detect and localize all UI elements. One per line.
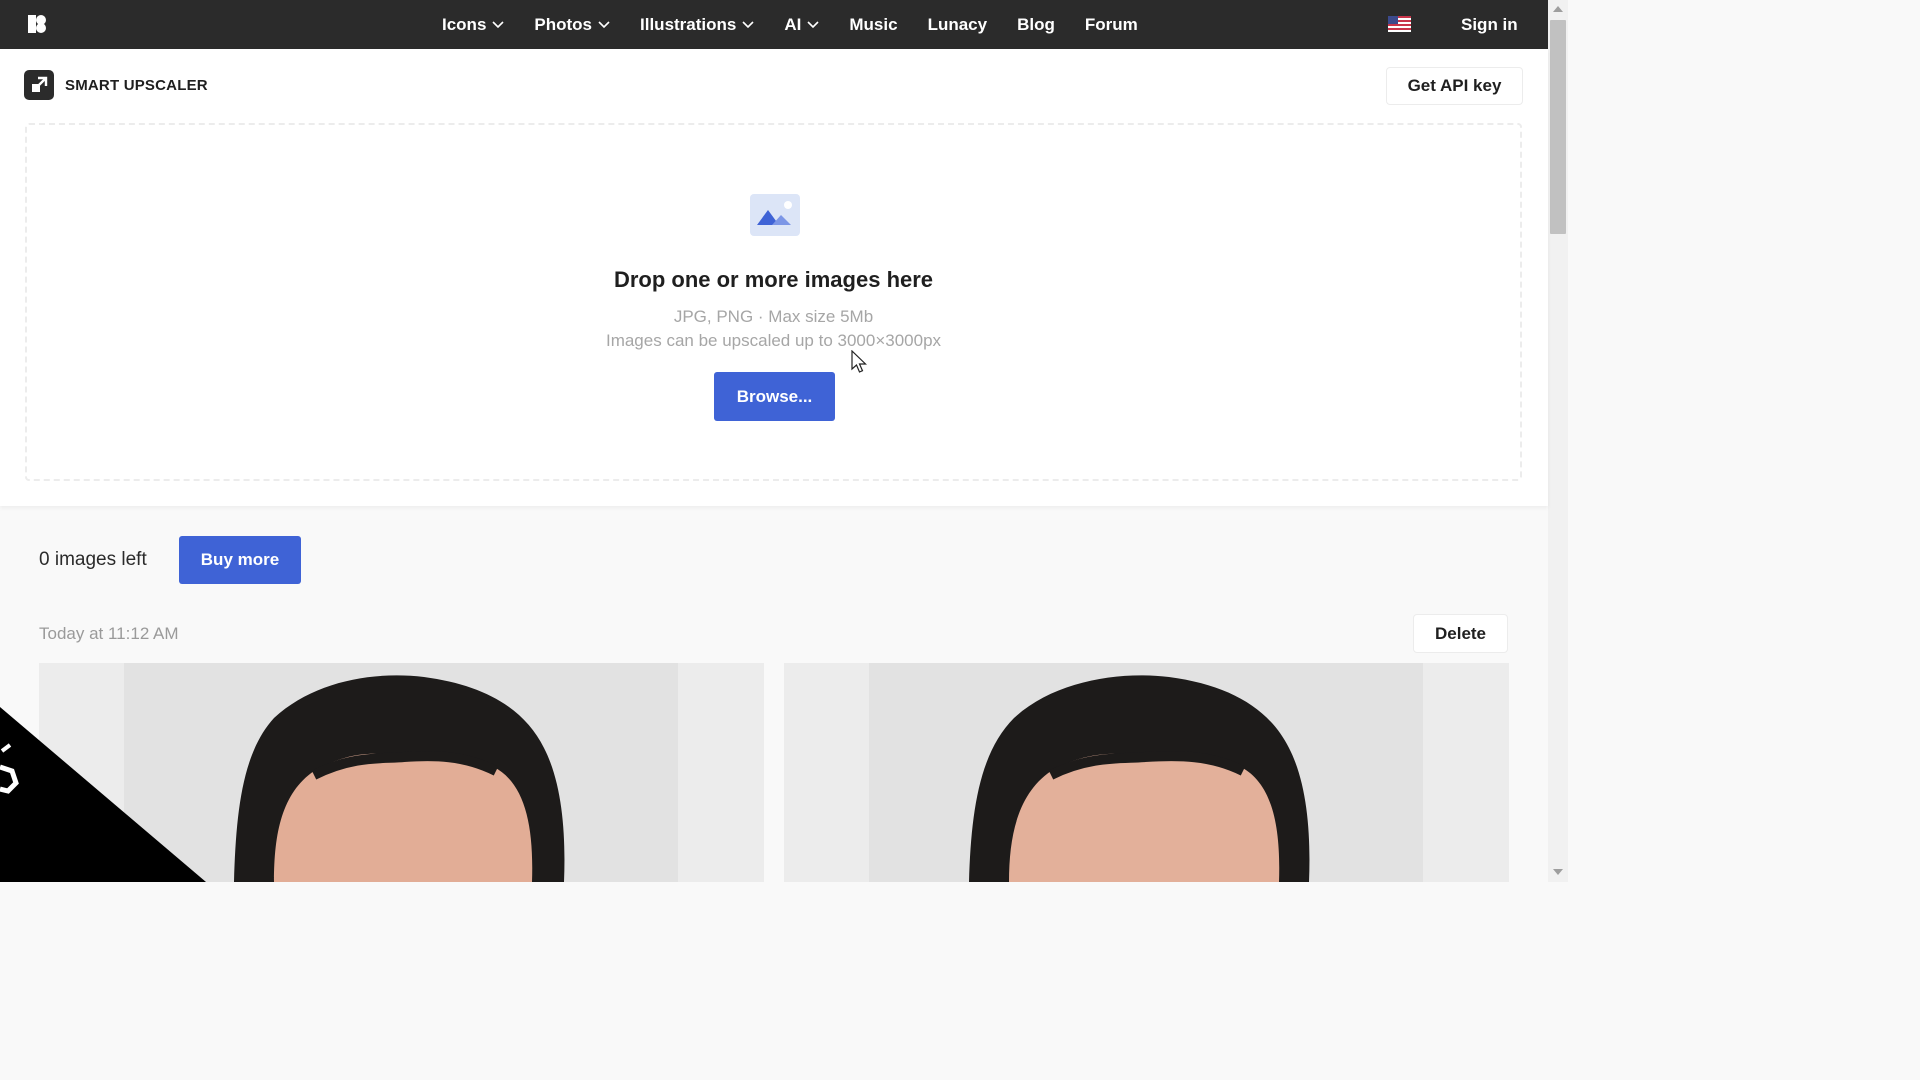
- nav-item-lunacy[interactable]: Lunacy: [928, 15, 988, 35]
- chevron-down-icon: [492, 20, 504, 28]
- upscale-tool-icon: [24, 70, 54, 100]
- nav-item-label: Photos: [534, 14, 593, 34]
- nav-item-label: Lunacy: [927, 14, 988, 34]
- nav-item-label: Icons: [442, 14, 487, 34]
- nav-item-music[interactable]: Music: [849, 15, 897, 35]
- page-title: SMART UPSCALER: [65, 77, 208, 94]
- upscaled-image-card[interactable]: [784, 663, 1509, 882]
- us-flag-icon[interactable]: [1388, 16, 1411, 32]
- chevron-down-icon: [598, 20, 610, 28]
- nav-item-illustrations[interactable]: Illustrations: [640, 15, 754, 35]
- history-timestamp: Today at 11:12 AM: [39, 624, 179, 643]
- nav-item-photos[interactable]: Photos: [534, 15, 610, 35]
- images-left-count: 0 images left: [39, 549, 147, 570]
- scroll-up-arrow-icon[interactable]: [1553, 6, 1563, 12]
- chevron-down-icon: [807, 20, 819, 28]
- dropzone-formats: JPG, PNG · Max size 5Mb: [673, 307, 874, 326]
- nav-item-label: AI: [784, 14, 802, 34]
- nav-item-label: Forum: [1084, 14, 1138, 34]
- scroll-thumb[interactable]: [1550, 20, 1566, 234]
- browse-button[interactable]: Browse...: [714, 372, 835, 421]
- sign-in-link[interactable]: Sign in: [1461, 0, 1518, 49]
- nav-item-icons[interactable]: Icons: [442, 15, 504, 35]
- mouse-cursor-icon: [851, 350, 867, 373]
- nav-menu: Icons Photos Illustrations AI Music Luna…: [442, 0, 1168, 49]
- dropzone-size-limit: Images can be upscaled up to 3000×3000px: [605, 331, 942, 350]
- icons8-logo-icon[interactable]: [28, 14, 48, 34]
- nav-item-label: Illustrations: [640, 14, 737, 34]
- top-nav: Icons Photos Illustrations AI Music Luna…: [0, 0, 1548, 49]
- get-api-key-button[interactable]: Get API key: [1386, 67, 1523, 105]
- upscaler-panel: SMART UPSCALER Get API key Drop one or m…: [0, 49, 1548, 506]
- chevron-down-icon: [742, 20, 754, 28]
- original-photo: [124, 663, 678, 882]
- corner-overlay-badge: [0, 707, 206, 882]
- nav-item-label: Music: [849, 14, 898, 34]
- image-placeholder-icon: [750, 194, 800, 236]
- delete-button[interactable]: Delete: [1413, 614, 1508, 653]
- nav-item-forum[interactable]: Forum: [1085, 15, 1138, 35]
- buy-more-button[interactable]: Buy more: [179, 536, 301, 584]
- page-scrollbar[interactable]: [1548, 0, 1568, 882]
- nav-item-ai[interactable]: AI: [784, 15, 819, 35]
- dropzone-title: Drop one or more images here: [613, 267, 934, 292]
- image-dropzone[interactable]: Drop one or more images here JPG, PNG · …: [25, 123, 1522, 481]
- nav-item-label: Blog: [1017, 14, 1055, 34]
- nav-item-blog[interactable]: Blog: [1017, 15, 1055, 35]
- upscaled-photo: [869, 663, 1423, 882]
- scroll-down-arrow-icon[interactable]: [1553, 869, 1563, 875]
